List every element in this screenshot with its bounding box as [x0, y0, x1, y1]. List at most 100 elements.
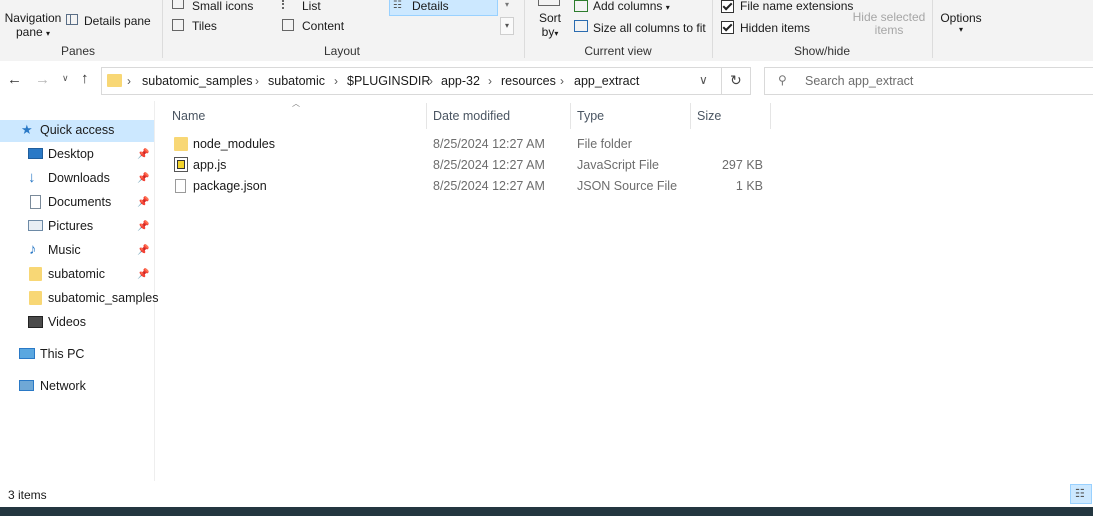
- pin-icon: 📌: [137, 149, 150, 160]
- details-layout-label: Details: [412, 0, 449, 13]
- breadcrumb-item[interactable]: $PLUGINSDIR: [347, 74, 430, 88]
- desktop-icon: [28, 148, 43, 159]
- nav-item-desktop[interactable]: Desktop 📌: [0, 144, 154, 166]
- column-divider[interactable]: [770, 103, 771, 129]
- layout-expand-button[interactable]: ▾: [500, 17, 514, 35]
- pin-icon: 📌: [137, 245, 150, 256]
- add-columns-label: Add columns: [593, 0, 663, 13]
- sort-label: Sort: [538, 11, 561, 25]
- refresh-button[interactable]: ↻: [722, 67, 751, 95]
- nav-item-network[interactable]: Network: [0, 376, 154, 398]
- hide-selected-line2: items: [874, 23, 904, 37]
- search-icon: ⚲: [778, 73, 787, 87]
- nav-item-subatomic-samples[interactable]: subatomic_samples: [0, 288, 158, 310]
- file-date: 8/25/2024 12:27 AM: [433, 137, 545, 151]
- breadcrumb-item[interactable]: subatomic: [268, 74, 325, 88]
- file-size: 297 KB: [721, 158, 763, 172]
- layout-group-label: Layout: [323, 44, 361, 58]
- list-button[interactable]: List: [302, 0, 321, 13]
- chevron-down-icon: ▾: [554, 29, 559, 38]
- details-pane-button[interactable]: Details pane: [84, 14, 151, 28]
- list-icon: [282, 0, 296, 9]
- layout-scroll-up[interactable]: ▾: [500, 0, 514, 16]
- file-type: JavaScript File: [577, 158, 659, 172]
- nav-item-label: subatomic_samples: [48, 291, 159, 305]
- file-row[interactable]: node_modules 8/25/2024 12:27 AM File fol…: [166, 134, 776, 155]
- pin-icon: 📌: [137, 197, 150, 208]
- nav-item-label: Pictures: [48, 219, 94, 233]
- sort-ascending-icon: ︿: [292, 99, 300, 108]
- nav-item-videos[interactable]: Videos: [0, 312, 154, 334]
- options-label: Options: [940, 11, 982, 25]
- navigation-pane-sublabel: pane: [15, 25, 43, 39]
- details-icon: ☷: [393, 0, 402, 11]
- sort-by-button[interactable]: Sort by▾: [537, 11, 563, 39]
- address-row: ← → ∨ ↑ › subatomic_samples › subatomic …: [0, 61, 1093, 101]
- breadcrumb-chevron-icon: ›: [488, 74, 492, 88]
- sort-icon: [538, 0, 560, 6]
- nav-item-music[interactable]: ♪ Music 📌: [0, 240, 154, 262]
- small-icons-button[interactable]: Small icons: [192, 0, 253, 13]
- small-icons-icon: [172, 0, 184, 9]
- file-type: File folder: [577, 137, 632, 151]
- navigation-pane-button[interactable]: Navigation pane ▾: [3, 11, 63, 39]
- add-columns-icon: [574, 0, 588, 12]
- details-layout-button[interactable]: ☷ Details: [389, 0, 498, 16]
- nav-item-label: Quick access: [40, 123, 115, 137]
- folder-icon: [174, 137, 188, 151]
- file-name-extensions-checkbox[interactable]: [721, 0, 734, 13]
- star-icon: ★: [21, 122, 33, 137]
- nav-item-downloads[interactable]: ↓ Downloads 📌: [0, 168, 154, 190]
- hidden-items-checkbox[interactable]: [721, 21, 734, 34]
- chevron-down-icon: ▾: [46, 29, 51, 38]
- breadcrumb-item[interactable]: resources: [501, 74, 556, 88]
- add-columns-button[interactable]: Add columns ▾: [593, 0, 670, 13]
- size-all-columns-button[interactable]: Size all columns to fit: [593, 21, 706, 35]
- breadcrumb-item[interactable]: app_extract: [574, 74, 639, 88]
- content-icon: [282, 19, 294, 31]
- search-input[interactable]: ⚲ Search app_extract: [764, 67, 1093, 95]
- chevron-down-icon: ▾: [958, 25, 963, 34]
- ribbon-separator: [712, 0, 713, 58]
- content-button[interactable]: Content: [302, 19, 344, 33]
- forward-arrow-icon[interactable]: →: [35, 71, 50, 88]
- nav-item-this-pc[interactable]: This PC: [0, 344, 154, 366]
- folder-icon: [107, 74, 122, 87]
- download-icon: ↓: [28, 169, 36, 186]
- recent-locations-icon[interactable]: ∨: [62, 73, 69, 84]
- network-icon: [19, 380, 34, 391]
- hide-selected-items-button[interactable]: Hide selected items: [852, 11, 926, 37]
- breadcrumb-chevron-icon: ›: [334, 74, 338, 88]
- details-view-toggle[interactable]: ☷: [1070, 484, 1092, 504]
- tiles-icon: [172, 19, 184, 31]
- column-header-size[interactable]: Size: [697, 109, 721, 123]
- hidden-items-label: Hidden items: [740, 21, 811, 35]
- column-header-type[interactable]: Type: [577, 109, 604, 123]
- breadcrumb-item[interactable]: app-32: [441, 74, 480, 88]
- address-bar[interactable]: › subatomic_samples › subatomic › $PLUGI…: [101, 67, 722, 95]
- column-divider[interactable]: [570, 103, 571, 129]
- nav-item-documents[interactable]: Documents 📌: [0, 192, 154, 214]
- nav-item-quick-access[interactable]: ★ Quick access: [0, 120, 154, 142]
- breadcrumb-chevron-icon: ›: [255, 74, 259, 88]
- file-row[interactable]: app.js 8/25/2024 12:27 AM JavaScript Fil…: [166, 155, 776, 176]
- breadcrumb-item[interactable]: subatomic_samples: [142, 74, 252, 88]
- nav-item-label: Network: [40, 379, 86, 393]
- column-divider[interactable]: [426, 103, 427, 129]
- nav-item-label: This PC: [40, 347, 85, 361]
- ribbon-separator: [524, 0, 525, 58]
- column-header-date[interactable]: Date modified: [433, 109, 510, 123]
- address-dropdown-chevron-icon[interactable]: ∨: [699, 73, 708, 87]
- nav-item-pictures[interactable]: Pictures 📌: [0, 216, 154, 238]
- options-button[interactable]: Options ▾: [938, 11, 984, 34]
- pin-icon: 📌: [137, 221, 150, 232]
- file-row[interactable]: package.json 8/25/2024 12:27 AM JSON Sou…: [166, 176, 776, 197]
- back-arrow-icon[interactable]: ←: [7, 71, 22, 88]
- up-arrow-icon[interactable]: ↑: [81, 70, 89, 87]
- nav-item-subatomic[interactable]: subatomic 📌: [0, 264, 154, 286]
- column-header-name[interactable]: Name: [172, 109, 205, 123]
- navigation-pane-label: Navigation: [4, 11, 62, 25]
- column-divider[interactable]: [690, 103, 691, 129]
- file-name-extensions-label: File name extensions: [740, 0, 854, 13]
- tiles-button[interactable]: Tiles: [192, 19, 217, 33]
